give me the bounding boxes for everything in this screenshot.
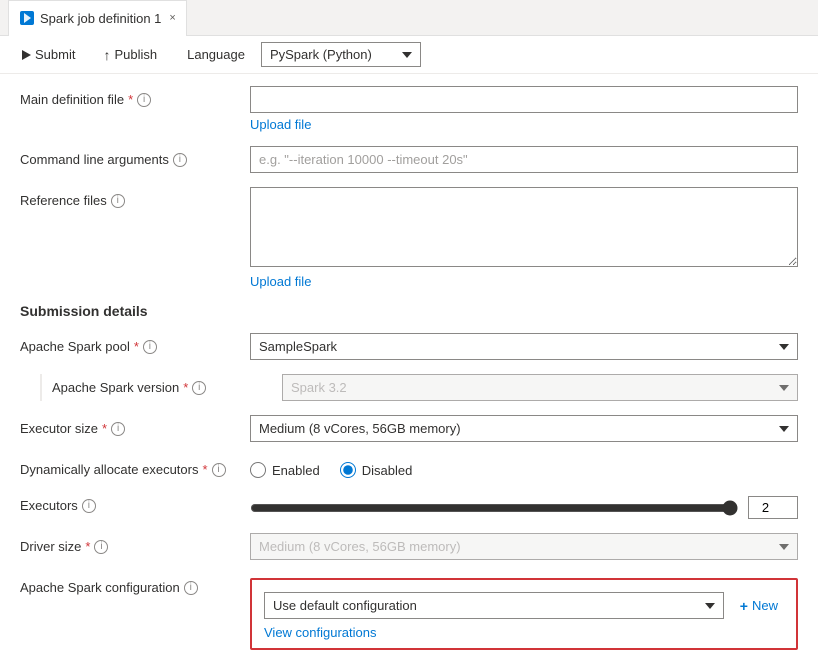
main-definition-row: Main definition file * i Upload file (20, 86, 798, 132)
executors-value-input[interactable] (748, 496, 798, 519)
spark-pool-label-text: Apache Spark pool (20, 339, 130, 354)
main-definition-label: Main definition file * i (20, 86, 250, 107)
driver-size-select[interactable]: Medium (8 vCores, 56GB memory) (250, 533, 798, 560)
reference-files-info-icon[interactable]: i (111, 194, 125, 208)
command-line-field (250, 146, 798, 173)
spark-version-label: Apache Spark version * i (52, 374, 282, 395)
executor-size-required: * (102, 421, 107, 436)
driver-size-label: Driver size * i (20, 533, 250, 554)
reference-files-label: Reference files i (20, 187, 250, 208)
spark-config-info-icon[interactable]: i (184, 581, 198, 595)
spark-version-select[interactable]: Spark 3.2 (282, 374, 798, 401)
dynamic-allocate-disabled-label: Disabled (362, 463, 413, 478)
executor-size-label-text: Executor size (20, 421, 98, 436)
spark-version-field: Spark 3.2 (282, 374, 798, 401)
main-definition-upload-link[interactable]: Upload file (250, 117, 311, 132)
spark-pool-info-icon[interactable]: i (143, 340, 157, 354)
command-line-info-icon[interactable]: i (173, 153, 187, 167)
executors-slider[interactable] (250, 500, 738, 516)
spark-pool-row: Apache Spark pool * i SampleSpark (20, 333, 798, 360)
spark-version-label-text: Apache Spark version (52, 380, 179, 395)
submission-section-title: Submission details (20, 303, 798, 319)
dynamic-allocate-disabled-radio[interactable] (340, 462, 356, 478)
executors-row: Executors i (20, 492, 798, 519)
reference-files-field: Upload file (250, 187, 798, 289)
new-label: New (752, 598, 778, 613)
dynamic-allocate-disabled-option[interactable]: Disabled (340, 462, 413, 478)
submit-label: Submit (35, 47, 75, 62)
spark-config-section: Use default configuration + New View con… (250, 578, 798, 650)
spark-config-select[interactable]: Use default configuration (264, 592, 724, 619)
publish-button[interactable]: ↑ Publish (97, 43, 163, 67)
spark-pool-select[interactable]: SampleSpark (250, 333, 798, 360)
dynamic-allocate-enabled-option[interactable]: Enabled (250, 462, 320, 478)
driver-size-required: * (85, 539, 90, 554)
spark-config-controls-row: Use default configuration + New (264, 592, 784, 619)
executors-label: Executors i (20, 492, 250, 513)
tab-bar: Spark job definition 1 × (0, 0, 818, 36)
dynamic-allocate-required: * (202, 462, 207, 477)
spark-version-row: Apache Spark version * i Spark 3.2 (40, 374, 798, 401)
spark-config-new-button[interactable]: + New (734, 594, 784, 618)
executors-slider-container (250, 492, 798, 519)
dynamic-allocate-label: Dynamically allocate executors * i (20, 456, 250, 477)
executor-size-row: Executor size * i Small (4 vCores, 28GB … (20, 415, 798, 442)
tab-title-text: Spark job definition 1 (40, 11, 161, 26)
executor-size-label: Executor size * i (20, 415, 250, 436)
dynamic-allocate-enabled-radio[interactable] (250, 462, 266, 478)
driver-size-label-text: Driver size (20, 539, 81, 554)
dynamic-allocate-enabled-label: Enabled (272, 463, 320, 478)
driver-size-row: Driver size * i Medium (8 vCores, 56GB m… (20, 533, 798, 560)
tab-item[interactable]: Spark job definition 1 × (8, 0, 187, 36)
executor-size-select[interactable]: Small (4 vCores, 28GB memory) Medium (8 … (250, 415, 798, 442)
command-line-label: Command line arguments i (20, 146, 250, 167)
spark-config-row: Apache Spark configuration i Use default… (20, 574, 798, 650)
submit-button[interactable]: Submit (16, 43, 81, 66)
dynamic-allocate-radio-group: Enabled Disabled (250, 456, 798, 478)
spark-version-required: * (183, 380, 188, 395)
submit-icon (22, 50, 31, 60)
spark-config-label-text: Apache Spark configuration (20, 580, 180, 595)
driver-size-info-icon[interactable]: i (94, 540, 108, 554)
publish-icon: ↑ (103, 47, 110, 63)
dynamic-allocate-info-icon[interactable]: i (212, 463, 226, 477)
driver-size-field: Medium (8 vCores, 56GB memory) (250, 533, 798, 560)
dynamic-allocate-label-text: Dynamically allocate executors (20, 462, 198, 477)
main-definition-info-icon[interactable]: i (137, 93, 151, 107)
reference-files-textarea[interactable] (250, 187, 798, 267)
reference-files-row: Reference files i Upload file (20, 187, 798, 289)
reference-files-label-text: Reference files (20, 193, 107, 208)
command-line-label-text: Command line arguments (20, 152, 169, 167)
executors-info-icon[interactable]: i (82, 499, 96, 513)
spark-config-label: Apache Spark configuration i (20, 574, 250, 595)
spark-pool-field: SampleSpark (250, 333, 798, 360)
tab-close-button[interactable]: × (169, 12, 175, 24)
language-label: Language (187, 47, 245, 62)
dynamic-allocate-field: Enabled Disabled (250, 456, 798, 478)
reference-files-upload-link[interactable]: Upload file (250, 274, 311, 289)
main-definition-input[interactable] (250, 86, 798, 113)
spark-pool-label: Apache Spark pool * i (20, 333, 250, 354)
command-line-input[interactable] (250, 146, 798, 173)
command-line-row: Command line arguments i (20, 146, 798, 173)
plus-icon: + (740, 598, 748, 614)
spark-config-field: Use default configuration + New View con… (250, 574, 798, 650)
spark-pool-required: * (134, 339, 139, 354)
publish-label: Publish (114, 47, 157, 62)
toolbar: Submit ↑ Publish Language PySpark (Pytho… (0, 36, 818, 74)
executors-label-text: Executors (20, 498, 78, 513)
main-definition-field: Upload file (250, 86, 798, 132)
executor-size-info-icon[interactable]: i (111, 422, 125, 436)
spark-icon (19, 10, 35, 26)
main-content: Main definition file * i Upload file Com… (0, 74, 818, 652)
language-select[interactable]: PySpark (Python) Scala Java .NET Spark (… (261, 42, 421, 67)
main-definition-label-text: Main definition file (20, 92, 124, 107)
main-definition-required: * (128, 92, 133, 107)
executors-field (250, 492, 798, 519)
dynamic-allocate-row: Dynamically allocate executors * i Enabl… (20, 456, 798, 478)
executor-size-field: Small (4 vCores, 28GB memory) Medium (8 … (250, 415, 798, 442)
spark-version-info-icon[interactable]: i (192, 381, 206, 395)
view-configurations-link[interactable]: View configurations (264, 625, 377, 640)
